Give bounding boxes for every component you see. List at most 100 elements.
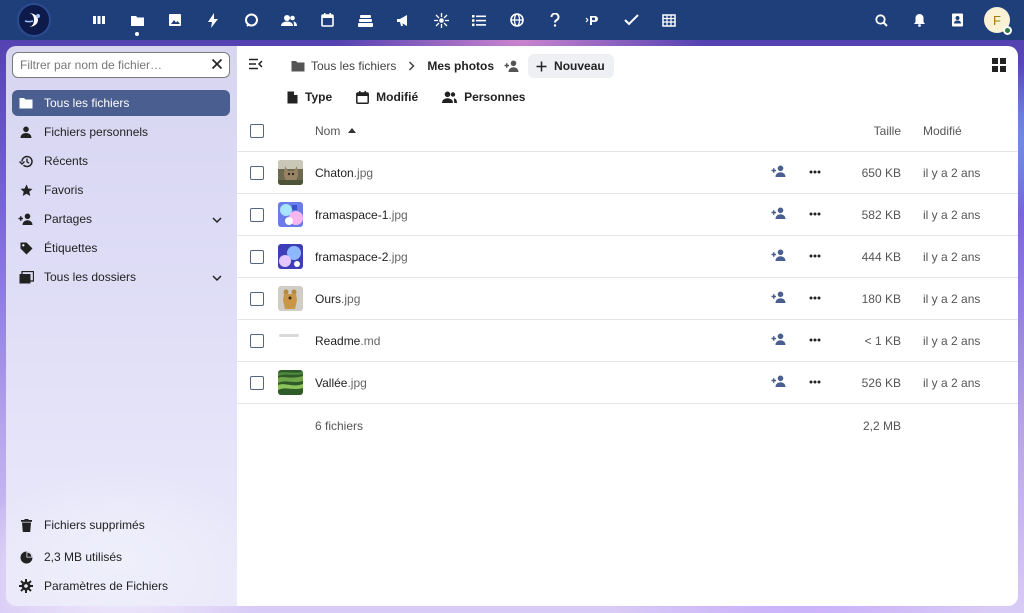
app-polls[interactable] <box>574 0 612 40</box>
app-circles[interactable] <box>422 0 460 40</box>
file-actions-button[interactable] <box>808 291 822 308</box>
nav-item-all-folders[interactable]: Tous les dossiers <box>12 264 230 290</box>
app-deck[interactable] <box>346 0 384 40</box>
table-row[interactable]: framaspace-2.jpg 444 KB il y a 2 ans <box>237 236 1018 278</box>
app-files[interactable] <box>118 0 156 40</box>
file-modified: il y a 2 ans <box>923 165 981 180</box>
app-activity[interactable] <box>194 0 232 40</box>
filter-people[interactable]: Personnes <box>442 90 525 104</box>
app-menu <box>80 0 688 40</box>
file-thumbnail-cat[interactable] <box>278 160 303 185</box>
app-help[interactable] <box>536 0 574 40</box>
file-thumbnail-bear[interactable] <box>278 286 303 311</box>
user-avatar[interactable]: F <box>984 7 1012 35</box>
file-actions-button[interactable] <box>808 333 822 350</box>
breadcrumb-current[interactable]: Mes photos <box>427 59 494 73</box>
share-button[interactable] <box>771 207 787 222</box>
nav-item-all-files[interactable]: Tous les fichiers <box>12 90 230 116</box>
file-name[interactable]: framaspace-2.jpg <box>315 250 408 264</box>
share-button[interactable] <box>771 291 787 306</box>
table-row[interactable]: Vallée.jpg 526 KB il y a 2 ans <box>237 362 1018 404</box>
share-button[interactable] <box>771 249 787 264</box>
nav-item-personal-files[interactable]: Fichiers personnels <box>12 119 230 145</box>
nav-item-shares[interactable]: Partages <box>12 206 230 232</box>
row-checkbox[interactable] <box>250 291 264 306</box>
breadcrumb-root[interactable]: Tous les fichiers <box>291 59 396 73</box>
file-actions-button[interactable] <box>808 165 822 182</box>
app-talk[interactable] <box>232 0 270 40</box>
app-tasks[interactable] <box>460 0 498 40</box>
menu-collapse-icon <box>249 58 263 70</box>
table-row[interactable]: Ours.jpg 180 KB il y a 2 ans <box>237 278 1018 320</box>
app-web[interactable] <box>498 0 536 40</box>
online-status-indicator <box>1003 26 1012 35</box>
app-announcements[interactable] <box>384 0 422 40</box>
file-name[interactable]: Readme.md <box>315 334 380 348</box>
contacts-menu-button[interactable] <box>938 0 976 40</box>
app-checklist[interactable] <box>612 0 650 40</box>
nav-item-deleted-files[interactable]: Fichiers supprimés <box>12 512 230 538</box>
app-tables[interactable] <box>650 0 688 40</box>
sort-up-icon <box>348 128 357 133</box>
share-folder-button[interactable] <box>504 60 520 72</box>
file-name[interactable]: Chaton.jpg <box>315 166 373 180</box>
nav-item-recent[interactable]: Récents <box>12 148 230 174</box>
select-all-checkbox[interactable] <box>250 123 264 138</box>
new-button[interactable]: Nouveau <box>528 54 614 78</box>
unified-search-button[interactable] <box>862 0 900 40</box>
file-thumbnail-text[interactable] <box>278 328 303 353</box>
column-name: Nom <box>315 123 341 138</box>
clear-filter-button[interactable] <box>211 58 223 73</box>
table-row[interactable]: Readme.md < 1 KB il y a 2 ans <box>237 320 1018 362</box>
grid-view-toggle[interactable] <box>992 58 1006 75</box>
file-thumbnail-space2[interactable] <box>278 244 303 269</box>
column-size[interactable]: Taille <box>874 124 901 138</box>
app-logo[interactable] <box>17 3 51 37</box>
nav-item-files-settings[interactable]: Paramètres de Fichiers <box>12 573 230 599</box>
nav-item-tags[interactable]: Étiquettes <box>12 235 230 261</box>
row-checkbox[interactable] <box>250 207 264 222</box>
notifications-button[interactable] <box>900 0 938 40</box>
file-actions-button[interactable] <box>808 207 822 224</box>
filename-filter-input[interactable] <box>20 58 200 72</box>
file-size: 180 KB <box>861 291 901 306</box>
row-checkbox[interactable] <box>250 333 264 348</box>
nav-item-label: Tous les fichiers <box>44 96 130 110</box>
file-modified: il y a 2 ans <box>923 375 981 390</box>
share-button[interactable] <box>771 375 787 390</box>
storage-quota[interactable]: 2,3 MB utilisés <box>12 544 230 570</box>
sort-by-name[interactable]: Nom <box>315 123 357 138</box>
table-row[interactable]: framaspace-1.jpg 582 KB il y a 2 ans <box>237 194 1018 236</box>
share-icon <box>771 291 786 303</box>
file-name[interactable]: Vallée.jpg <box>315 376 367 390</box>
file-name[interactable]: framaspace-1.jpg <box>315 208 408 222</box>
share-button[interactable] <box>771 165 787 180</box>
file-thumbnail-space1[interactable] <box>278 202 303 227</box>
file-actions-button[interactable] <box>808 375 822 392</box>
row-checkbox[interactable] <box>250 249 264 264</box>
row-checkbox[interactable] <box>250 375 264 390</box>
app-calendar[interactable] <box>308 0 346 40</box>
filter-modified[interactable]: Modifié <box>356 90 418 104</box>
checkmark-icon <box>623 14 639 26</box>
file-name[interactable]: Ours.jpg <box>315 292 360 306</box>
expand-shares-button[interactable] <box>212 213 222 227</box>
row-checkbox[interactable] <box>250 165 264 180</box>
nav-item-favorites[interactable]: Favoris <box>12 177 230 203</box>
share-button[interactable] <box>771 333 787 348</box>
share-icon <box>771 207 786 219</box>
file-thumbnail-valley[interactable] <box>278 370 303 395</box>
file-actions-button[interactable] <box>808 249 822 266</box>
column-modified[interactable]: Modifié <box>923 124 962 138</box>
quota-label: 2,3 MB utilisés <box>44 550 123 564</box>
expand-folders-button[interactable] <box>212 271 222 285</box>
table-icon <box>662 13 676 27</box>
filter-people-label: Personnes <box>464 90 526 104</box>
app-photos[interactable] <box>156 0 194 40</box>
table-row[interactable]: Chaton.jpg 650 KB il y a 2 ans <box>237 152 1018 194</box>
toggle-navigation-button[interactable] <box>249 58 263 73</box>
app-dashboard[interactable] <box>80 0 118 40</box>
app-contacts[interactable] <box>270 0 308 40</box>
new-button-label: Nouveau <box>554 59 605 73</box>
filter-type[interactable]: Type <box>287 90 332 104</box>
